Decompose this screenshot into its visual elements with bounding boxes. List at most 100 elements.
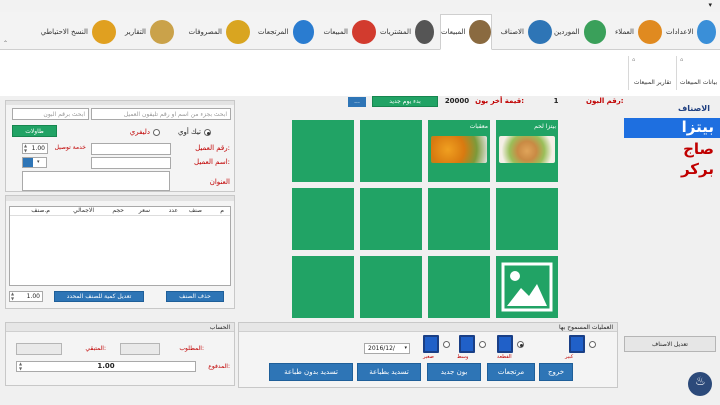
invoice-number-label: رقم البون:: [586, 97, 624, 105]
size-medium-label: وسط: [457, 354, 469, 360]
customer-address-label: العنوان: [209, 178, 230, 186]
category-item-saj[interactable]: صاج: [624, 140, 720, 158]
tables-button[interactable]: طاولات: [12, 125, 57, 137]
customers-icon: [638, 20, 662, 44]
size-large-label: كبير: [565, 354, 574, 360]
product-tile-empty[interactable]: [360, 256, 422, 318]
tab-label: المشتريات: [380, 28, 412, 36]
tab-reports[interactable]: التقارير: [122, 14, 174, 50]
tab-sales[interactable]: المبيعات: [440, 14, 492, 50]
category-item-burger[interactable]: بركر: [624, 160, 720, 178]
customer-name-input[interactable]: [91, 157, 171, 169]
categories-panel: الاصناف بيتزا صاج بركر تعديل الاصناف: [622, 104, 720, 352]
required-label: المطلوب:: [179, 345, 204, 352]
settings-icon: [697, 20, 716, 44]
exit-button[interactable]: خروج: [539, 363, 573, 381]
customer-phone-label: رقم العميل:: [195, 144, 230, 152]
customer-panel: طاولات تيك أوي دليفري رقم العميل: ▲▼1.00…: [5, 100, 235, 192]
quantity-stepper[interactable]: ▲ ▼ 1.00: [9, 291, 43, 302]
operations-panel: العمليات المسموح بها 2016/12/ ▾ كبير الق…: [238, 322, 618, 388]
title-bar: ▾: [0, 0, 720, 12]
product-tile-empty[interactable]: [292, 120, 354, 182]
tab-label: العملاء: [615, 28, 634, 36]
product-tile-empty[interactable]: [360, 188, 422, 250]
delivery-fee-stepper[interactable]: ▲ ▼ 1.00: [22, 143, 48, 154]
size-large-radio[interactable]: [589, 341, 596, 348]
sales-data-button[interactable]: ⌂ بيانات المبيعات: [676, 56, 720, 90]
remaining-label: المتبقي:: [85, 345, 106, 352]
takeaway-radio[interactable]: [204, 129, 211, 136]
operations-header: العمليات المسموح بها: [239, 323, 617, 332]
customer-search-input[interactable]: [91, 108, 231, 120]
tab-backup[interactable]: النسخ الاحتياطي: [6, 14, 116, 50]
paid-label: المدفوع:: [208, 363, 230, 370]
tab-label: الاعدادات: [666, 28, 694, 36]
more-options-button[interactable]: ...: [348, 97, 366, 107]
delivery-radio[interactable]: [153, 129, 160, 136]
takeaway-label: تيك أوي: [178, 128, 201, 136]
tab-sale-tag[interactable]: المبيعات: [320, 14, 376, 50]
paid-amount-input[interactable]: ▲ ▼ 1.00: [16, 361, 196, 372]
size-small-icon: [423, 335, 439, 353]
items-icon: [528, 20, 552, 44]
expenses-icon: [226, 20, 250, 44]
product-tile-empty[interactable]: [292, 188, 354, 250]
backup-icon: [92, 20, 116, 44]
new-invoice-button[interactable]: بون جديد: [427, 363, 481, 381]
category-item-pizza[interactable]: بيتزا: [624, 118, 720, 138]
product-tile-empty[interactable]: [428, 256, 490, 318]
tab-customers[interactable]: العملاء: [610, 14, 662, 50]
size-piece-radio[interactable]: [517, 341, 524, 348]
product-tile-empty[interactable]: [360, 120, 422, 182]
ribbon-tabs: ⌃ الاعدادات العملاء الموردين الاصناف المبيعا…: [0, 12, 720, 50]
pay-without-print-button[interactable]: تسديد بدون طباعة: [269, 363, 353, 381]
size-medium-icon: [459, 335, 475, 353]
meat-pizza-photo: [499, 136, 555, 163]
customer-phone-input[interactable]: [91, 143, 171, 155]
size-piece-icon: [497, 335, 513, 353]
delivery-fee-label: خدمة توصيل: [54, 144, 86, 151]
edit-categories-button[interactable]: تعديل الاصناف: [624, 336, 716, 352]
product-tile-empty[interactable]: [496, 188, 558, 250]
tab-label: المبيعات: [441, 28, 466, 36]
customer-address-input[interactable]: [22, 171, 170, 191]
delivery-fee-select[interactable]: ▾: [22, 157, 47, 168]
size-small-radio[interactable]: [443, 341, 450, 348]
returns-button[interactable]: مرتجعات: [487, 363, 535, 381]
totals-header: الحساب: [6, 323, 234, 332]
product-tile-empty[interactable]: [292, 256, 354, 318]
delete-item-button[interactable]: حذف الصنف: [166, 291, 224, 302]
ribbon: ▾ ⌃ الاعدادات العملاء الموردين الاصناف المبي…: [0, 0, 720, 96]
sales-reports-button[interactable]: ⌂ تقارير المبيعات: [628, 56, 676, 90]
appetizers-photo: [431, 136, 487, 163]
last-invoice-value: 20000: [444, 97, 470, 105]
returns-icon: [292, 20, 314, 44]
last-invoice-label: قيمة أخر بون:: [475, 97, 524, 105]
product-tile-meat-pizza[interactable]: بيتزا لحم: [496, 120, 558, 182]
invoice-number-value: 1: [553, 97, 559, 105]
tab-label: التقارير: [124, 28, 146, 36]
customer-name-label: اسم العميل:: [194, 158, 230, 166]
window-menu-icon[interactable]: ▾: [708, 1, 712, 9]
tab-returns[interactable]: المرتجعات: [258, 14, 314, 50]
tab-suppliers[interactable]: الموردين: [554, 14, 606, 50]
pay-with-print-button[interactable]: تسديد بطباعة: [357, 363, 421, 381]
tab-label: الموردين: [554, 28, 580, 36]
order-items-table[interactable]: م صنف عدد سعر حجم الاجمالي م.صنف: [9, 206, 231, 286]
invoice-search-input[interactable]: [12, 108, 89, 120]
delivery-label: دليفري: [129, 128, 150, 136]
tab-purchases[interactable]: المشتريات: [380, 14, 434, 50]
new-day-button[interactable]: بدء يوم جديد: [372, 96, 438, 107]
product-tile-placeholder[interactable]: [496, 256, 558, 318]
tab-label: المبيعات: [323, 28, 348, 36]
product-tile-appetizers[interactable]: معقبات: [428, 120, 490, 182]
tab-settings[interactable]: الاعدادات: [666, 14, 716, 50]
tab-items[interactable]: الاصناف: [496, 14, 552, 50]
totals-panel: الحساب المطلوب: المتبقي: ▲ ▼ 1.00 المدفوع…: [5, 322, 235, 386]
size-medium-radio[interactable]: [479, 341, 486, 348]
edit-quantity-button[interactable]: تعديل كمية للصنف المحدد: [54, 291, 144, 302]
date-picker[interactable]: 2016/12/ ▾: [364, 343, 410, 354]
product-tile-empty[interactable]: [428, 188, 490, 250]
tab-expenses[interactable]: المصروفات: [184, 14, 250, 50]
tab-label: المصروفات: [188, 28, 222, 36]
